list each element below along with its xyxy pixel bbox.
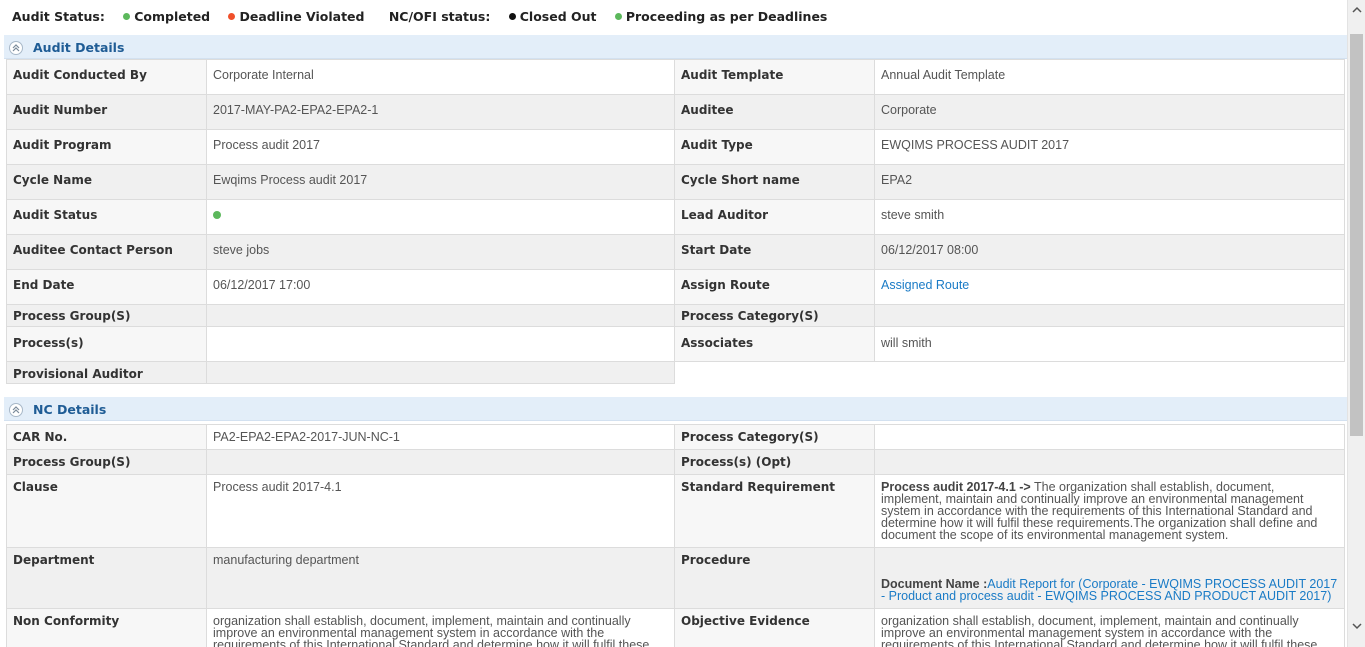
table-row: Audit Status Lead Auditor steve smith xyxy=(6,199,1345,235)
field-value: Process audit 2017 xyxy=(206,129,675,165)
field-label: Clause xyxy=(6,474,207,548)
scroll-up-icon[interactable] xyxy=(1352,6,1362,14)
red-dot-icon xyxy=(228,13,236,20)
table-row: Process Group(S) Process(s) (Opt) xyxy=(6,449,1345,475)
legend-closed-out: Closed Out xyxy=(508,9,597,24)
nc-details-table: CAR No. PA2-EPA2-EPA2-2017-JUN-NC-1 Proc… xyxy=(6,424,1345,647)
field-label: Process Group(S) xyxy=(6,449,207,475)
collapse-toggle-icon[interactable] xyxy=(9,403,23,417)
table-row: Department manufacturing department Proc… xyxy=(6,547,1345,609)
objective-evidence-value: organization shall establish, document, … xyxy=(874,608,1345,647)
assign-route-cell: Assigned Route xyxy=(874,269,1345,305)
audit-details-table: Audit Conducted By Corporate Internal Au… xyxy=(6,59,1345,384)
field-value: steve smith xyxy=(874,199,1345,235)
table-row: Process(s) Associates will smith xyxy=(6,326,1345,362)
table-row: End Date 06/12/2017 17:00 Assign Route A… xyxy=(6,269,1345,305)
table-row: Process Group(S) Process Category(S) xyxy=(6,304,1345,327)
field-value xyxy=(206,326,675,362)
field-value: 06/12/2017 17:00 xyxy=(206,269,675,305)
department-value: manufacturing department xyxy=(206,547,675,609)
field-label: Lead Auditor xyxy=(674,199,875,235)
nc-details-title: NC Details xyxy=(33,402,107,417)
scroll-down-icon[interactable] xyxy=(1352,622,1362,630)
nc-details-header[interactable]: NC Details xyxy=(4,397,1347,421)
table-row: Audit Conducted By Corporate Internal Au… xyxy=(6,59,1345,95)
audit-status-legend-label: Audit Status: xyxy=(12,9,105,24)
field-value xyxy=(874,304,1345,327)
field-label: Process Category(S) xyxy=(674,424,875,450)
black-dot-icon xyxy=(508,13,516,20)
legend-deadline-violated: Deadline Violated xyxy=(228,9,364,24)
legend-completed: Completed xyxy=(123,9,210,24)
field-label: Auditee xyxy=(674,94,875,130)
field-value xyxy=(206,304,675,327)
field-value xyxy=(874,449,1345,475)
field-label: Audit Program xyxy=(6,129,207,165)
table-row: CAR No. PA2-EPA2-EPA2-2017-JUN-NC-1 Proc… xyxy=(6,424,1345,450)
standard-requirement-value: Process audit 2017-4.1 -> The organizati… xyxy=(874,474,1345,548)
table-row: Audit Number 2017-MAY-PA2-EPA2-EPA2-1 Au… xyxy=(6,94,1345,130)
car-no-value: PA2-EPA2-EPA2-2017-JUN-NC-1 xyxy=(206,424,675,450)
field-value xyxy=(206,361,675,384)
status-legend: Audit Status: Completed Deadline Violate… xyxy=(0,0,1347,35)
field-value: 2017-MAY-PA2-EPA2-EPA2-1 xyxy=(206,94,675,130)
field-label: CAR No. xyxy=(6,424,207,450)
field-label: Audit Type xyxy=(674,129,875,165)
vertical-scrollbar[interactable] xyxy=(1347,0,1365,647)
field-value: EWQIMS PROCESS AUDIT 2017 xyxy=(874,129,1345,165)
assigned-route-link[interactable]: Assigned Route xyxy=(881,278,969,292)
audit-details-title: Audit Details xyxy=(33,40,125,55)
page: Audit Status: Completed Deadline Violate… xyxy=(0,0,1347,647)
table-row: Provisional Auditor xyxy=(6,361,1345,384)
field-label: End Date xyxy=(6,269,207,305)
field-label: Audit Number xyxy=(6,94,207,130)
field-label: Department xyxy=(6,547,207,609)
field-label: Procedure xyxy=(674,547,875,609)
field-value: Corporate Internal xyxy=(206,59,675,95)
table-row: Audit Program Process audit 2017 Audit T… xyxy=(6,129,1345,165)
collapse-toggle-icon[interactable] xyxy=(9,41,23,55)
table-row: Auditee Contact Person steve jobs Start … xyxy=(6,234,1345,270)
field-value xyxy=(206,449,675,475)
table-row: Non Conformity organization shall establ… xyxy=(6,608,1345,647)
field-label: Process Category(S) xyxy=(674,304,875,327)
field-value: Corporate xyxy=(874,94,1345,130)
table-row: Cycle Name Ewqims Process audit 2017 Cyc… xyxy=(6,164,1345,200)
field-label: Cycle Name xyxy=(6,164,207,200)
field-label: Auditee Contact Person xyxy=(6,234,207,270)
table-row: Clause Process audit 2017-4.1 Standard R… xyxy=(6,474,1345,548)
audit-details-header[interactable]: Audit Details xyxy=(4,35,1347,59)
field-label: Process(s) (Opt) xyxy=(674,449,875,475)
clause-value: Process audit 2017-4.1 xyxy=(206,474,675,548)
field-label: Audit Status xyxy=(6,199,207,235)
procedure-value: Document Name :Audit Report for (Corpora… xyxy=(874,547,1345,609)
audit-status-value xyxy=(206,199,675,235)
non-conformity-value: organization shall establish, document, … xyxy=(206,608,675,647)
field-label: Process(s) xyxy=(6,326,207,362)
field-label: Associates xyxy=(674,326,875,362)
field-value: 06/12/2017 08:00 xyxy=(874,234,1345,270)
field-value: Ewqims Process audit 2017 xyxy=(206,164,675,200)
field-value: EPA2 xyxy=(874,164,1345,200)
field-label: Cycle Short name xyxy=(674,164,875,200)
field-label: Audit Conducted By xyxy=(6,59,207,95)
field-label: Objective Evidence xyxy=(674,608,875,647)
field-label: Non Conformity xyxy=(6,608,207,647)
field-value: will smith xyxy=(874,326,1345,362)
field-label: Start Date xyxy=(674,234,875,270)
field-label: Process Group(S) xyxy=(6,304,207,327)
field-value xyxy=(874,424,1345,450)
field-value: steve jobs xyxy=(206,234,675,270)
legend-proceeding: Proceeding as per Deadlines xyxy=(614,9,827,24)
green-dot-icon xyxy=(123,13,131,20)
field-value: Annual Audit Template xyxy=(874,59,1345,95)
ncofi-status-legend-label: NC/OFI status: xyxy=(388,9,491,24)
green-dot-icon xyxy=(614,13,622,20)
field-label: Standard Requirement xyxy=(674,474,875,548)
field-label: Assign Route xyxy=(674,269,875,305)
status-dot-icon xyxy=(213,211,221,219)
field-label: Audit Template xyxy=(674,59,875,95)
field-label: Provisional Auditor xyxy=(6,361,207,384)
scrollbar-thumb[interactable] xyxy=(1350,34,1363,436)
